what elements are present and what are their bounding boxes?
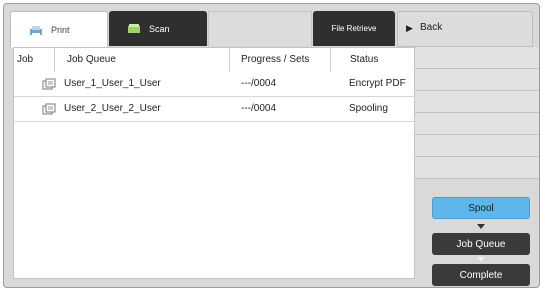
printer-icon	[30, 25, 42, 35]
print-job-icon	[42, 78, 56, 90]
spool-button[interactable]: Spool	[432, 197, 530, 219]
job-progress: ---/0004	[241, 103, 277, 114]
job-name: User_1_User_1_User	[64, 78, 161, 89]
scanner-icon	[128, 24, 140, 33]
tab-file-retrieve-label: File Retrieve	[331, 24, 377, 33]
back-button-label: Back	[420, 22, 443, 33]
down-arrow-icon	[477, 224, 485, 229]
mode-tabs: Print Scan File Retrieve	[10, 11, 395, 48]
tab-print[interactable]: Print	[10, 11, 108, 48]
side-slot	[415, 157, 539, 179]
tab-scan[interactable]: Scan	[109, 11, 207, 46]
tab-print-label: Print	[51, 25, 70, 35]
tab-file-retrieve[interactable]: File Retrieve	[313, 11, 395, 46]
back-button[interactable]: ▶​ Back	[397, 11, 533, 47]
header-job: Job	[17, 54, 34, 65]
side-slot	[415, 91, 539, 113]
side-slots	[415, 47, 539, 183]
row-divider	[14, 96, 416, 97]
job-progress: ---/0004	[241, 78, 277, 89]
side-slot	[415, 47, 539, 69]
header-status: Status	[330, 48, 416, 72]
table-header: Job Job Queue Progress / Sets Status	[14, 48, 414, 72]
job-status-window: Print Scan File Retrieve ▶​ Back Job Job…	[3, 3, 540, 288]
job-status: Encrypt PDF	[349, 78, 406, 89]
tab-scan-label: Scan	[149, 23, 170, 34]
complete-button[interactable]: Complete	[432, 264, 530, 286]
side-slot	[415, 69, 539, 91]
side-slot	[415, 135, 539, 157]
header-job-queue: Job Queue	[54, 48, 230, 72]
table-row[interactable]: User_2_User_2_User ---/0004 Spooling	[14, 99, 414, 119]
job-name: User_2_User_2_User	[64, 103, 161, 114]
down-arrow-icon	[477, 257, 485, 262]
job-table: Job Job Queue Progress / Sets Status Use…	[13, 47, 416, 279]
job-status: Spooling	[349, 103, 388, 114]
print-job-icon	[42, 103, 56, 115]
tab-empty	[208, 11, 312, 46]
side-slot	[415, 113, 539, 135]
table-row[interactable]: User_1_User_1_User ---/0004 Encrypt PDF	[14, 74, 414, 94]
play-arrow-icon: ▶​	[406, 23, 413, 33]
row-divider	[14, 121, 416, 122]
header-progress-sets: Progress / Sets	[229, 48, 331, 72]
job-queue-button[interactable]: Job Queue	[432, 233, 530, 255]
